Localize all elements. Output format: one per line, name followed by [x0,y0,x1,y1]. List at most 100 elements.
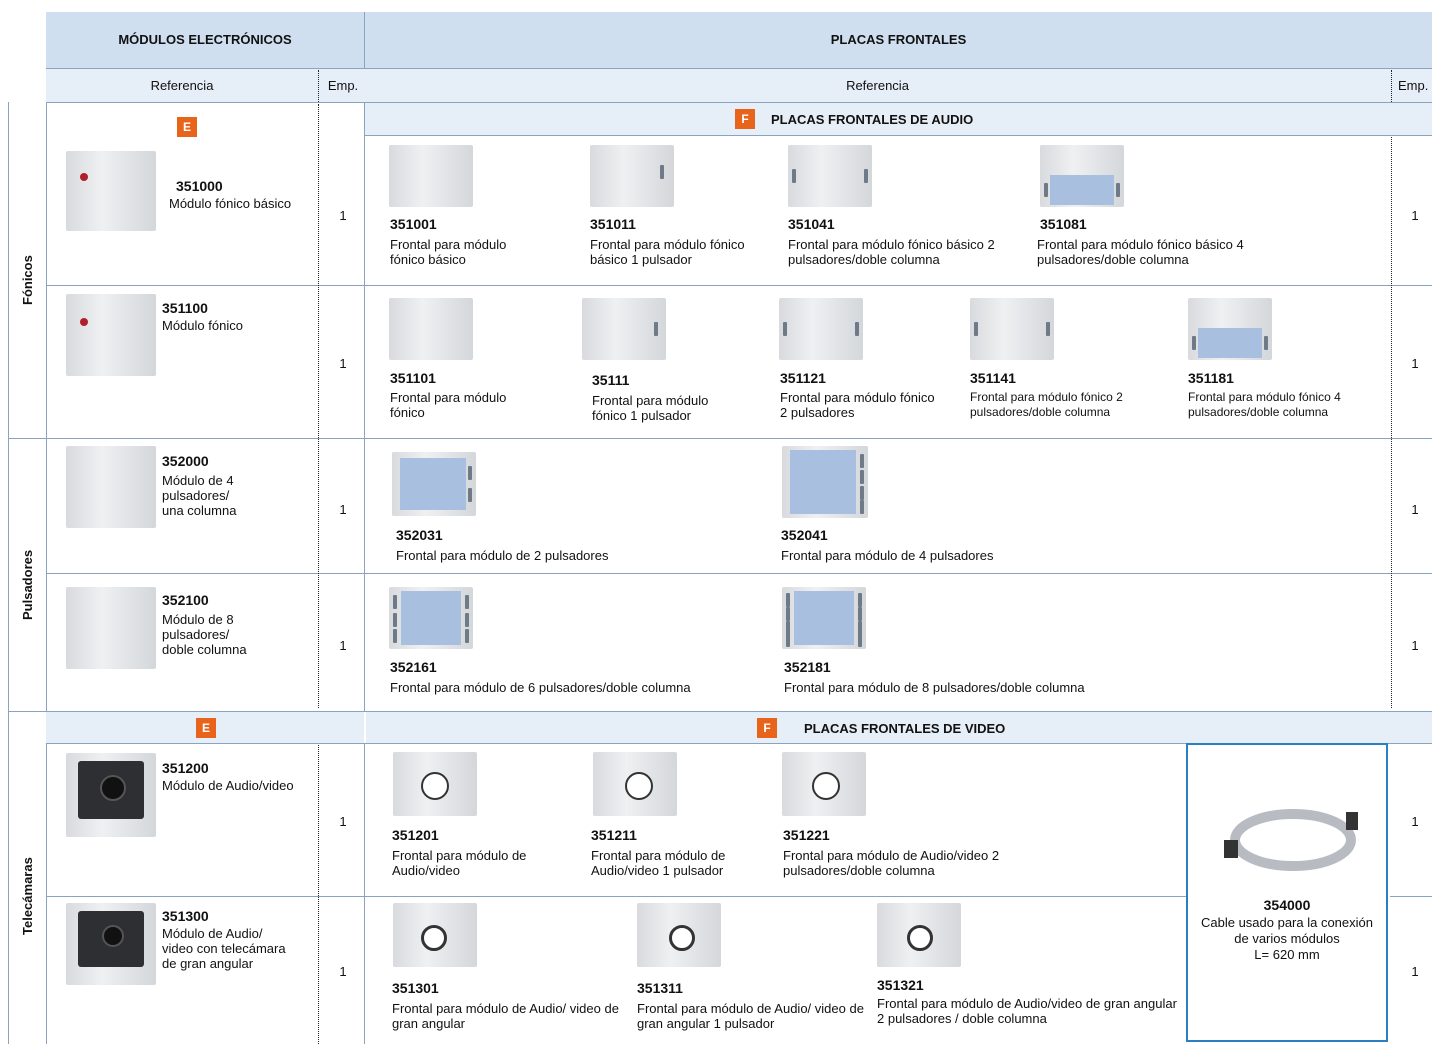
plate-image-351101 [389,298,473,360]
module-desc: Módulo de Audio/ video con telecámara de… [162,926,286,971]
emp-right-value: 1 [1411,814,1419,829]
plate-desc: Frontal para módulo fónico básico 2 puls… [788,237,995,267]
speaker-dot-icon [80,173,88,181]
cable-desc-line2: de varios módulos [1234,931,1340,946]
plate-desc: Frontal para módulo fónico 2 pulsadores [780,390,935,420]
plate-desc: Frontal para módulo fónico 2 pulsadores/… [970,390,1123,419]
plate-desc: Frontal para módulo de Audio/video de gr… [877,996,1177,1026]
tag-f-video: F [757,718,777,738]
emp-left-value: 1 [339,814,347,829]
row-line-2 [46,573,1432,574]
plate-image-351221 [782,752,866,816]
plate-desc: Frontal para módulo fónico 1 pulsador [592,393,709,423]
group-label-pulsadores: Pulsadores [20,549,35,620]
group-label-fonicos: Fónicos [20,255,35,305]
plate-image-351041 [788,145,872,207]
emp-right-header: Emp. [1398,78,1429,93]
module-code: 351200 [162,760,209,776]
plate-image-351311 [637,903,721,967]
plate-code: 351101 [390,370,436,386]
emp-right-value: 1 [1411,964,1419,979]
plate-code: 351321 [877,977,924,993]
module-desc: Módulo de 8 pulsadores/ doble columna [162,612,247,657]
emp-right-value: 1 [1411,502,1419,517]
emp-left-value: 1 [339,356,347,371]
emp-left-header: Emp. [327,78,359,93]
plate-code: 351121 [780,370,826,386]
plate-code: 351301 [392,980,439,996]
module-image-351000 [66,151,156,231]
group-line-1 [8,438,1432,439]
dots-right [1391,104,1392,708]
plate-code: 351201 [392,827,439,843]
plate-image-351081 [1040,145,1124,207]
camera-window-icon [907,925,933,951]
module-code: 351100 [162,300,208,316]
plate-desc: Frontal para módulo de Audio/video [392,848,527,878]
dots-header-left [318,70,319,102]
cable-length: L= 620 mm [1254,947,1320,962]
referencia-right: Referencia [846,78,909,93]
cable-box [1186,743,1388,1042]
camera-window-icon [625,772,653,800]
module-image-352100 [66,587,156,669]
plate-code: 352041 [781,527,828,543]
speaker-dot-icon [80,318,88,326]
camera-window-icon [421,772,449,800]
camera-window-icon [421,925,447,951]
plate-desc: Frontal para módulo de 8 pulsadores/dobl… [784,680,1085,695]
plate-image-351121 [779,298,863,360]
plate-image-351141 [970,298,1054,360]
plate-code: 351311 [637,980,683,996]
plate-code: 351041 [788,216,835,232]
plate-image-352181 [782,587,866,649]
plate-code: 351141 [970,370,1016,386]
module-code: 352100 [162,592,209,608]
plate-desc: Frontal para módulo fónico [390,390,507,420]
module-desc: Módulo fónico [162,318,243,333]
plate-desc: Frontal para módulo fónico 4 pulsadores/… [1188,390,1341,419]
group-border-left [8,102,9,1044]
placas-title: PLACAS FRONTALES [830,32,967,47]
module-desc: Módulo fónico básico [169,196,292,211]
plate-desc: Frontal para módulo de Audio/video 1 pul… [591,848,726,878]
plate-desc: Frontal para módulo de 6 pulsadores/dobl… [390,680,691,695]
camera-lens-icon [102,925,124,947]
plate-image-351201 [393,752,477,816]
plate-code: 351081 [1040,216,1087,232]
plate-image-351011 [590,145,674,207]
plate-image-351211 [593,752,677,816]
module-desc: Módulo de 4 pulsadores/ una columna [162,473,237,518]
module-image-351300 [66,903,156,985]
modulos-title: MÓDULOS ELECTRÓNICOS [118,32,292,47]
tag-e-video: E [196,718,216,738]
plate-code: 35111 [592,372,630,388]
emp-left-value: 1 [339,208,347,223]
video-section-bar [46,712,1432,743]
emp-right-value: 1 [1411,356,1419,371]
plate-desc: Frontal para módulo de 2 pulsadores [396,548,609,563]
emp-left-value: 1 [339,638,347,653]
video-section-title: PLACAS FRONTALES DE VIDEO [804,721,1006,736]
cable-code: 354000 [1263,897,1311,913]
plate-desc: Frontal para módulo fónico básico 1 puls… [590,237,745,267]
plate-code: 351011 [590,216,636,232]
plate-desc: Frontal para módulo de Audio/video 2 pul… [783,848,1000,878]
module-image-352000 [66,446,156,528]
emp-right-value: 1 [1411,638,1419,653]
plate-code: 352031 [396,527,443,543]
plate-desc: Frontal para módulo fónico básico 4 puls… [1037,237,1244,267]
plate-desc: Frontal para módulo fónico básico [390,237,507,267]
plate-image-351321 [877,903,961,967]
referencia-left: Referencia [150,78,214,93]
plate-code: 352161 [390,659,437,675]
emp-left-value: 1 [339,964,347,979]
plate-image-352161 [389,587,473,649]
row-line-3b [1390,896,1432,897]
camera-window-icon [812,772,840,800]
emp-left-value: 1 [339,502,347,517]
plate-image-35111 [582,298,666,360]
plate-desc: Frontal para módulo de Audio/ video de g… [392,1001,619,1031]
module-image-351100 [66,294,156,376]
plate-code: 351001 [390,216,437,232]
